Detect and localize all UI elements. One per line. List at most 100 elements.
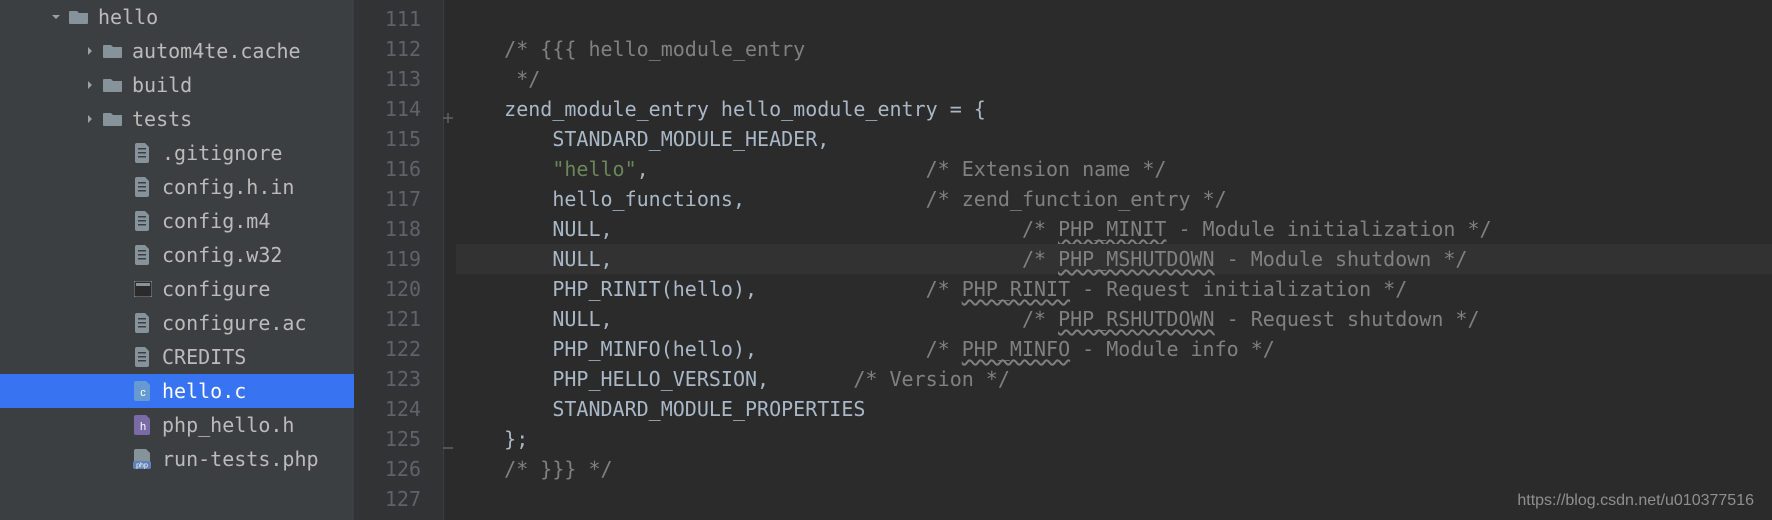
tree-arrow-none (112, 145, 128, 161)
line-number: 123 (354, 364, 421, 394)
tree-item-label: build (132, 73, 192, 97)
tree-item-configure-ac[interactable]: configure.ac (0, 306, 354, 340)
code-token: - Module initialization */ (1166, 217, 1491, 241)
chevron-right-icon[interactable] (82, 77, 98, 93)
line-number: 120 (354, 274, 421, 304)
code-token (456, 307, 552, 331)
code-line-119[interactable]: NULL, /* PHP_MSHUTDOWN - Module shutdown… (456, 244, 1772, 274)
tree-item-autom4te-cache[interactable]: autom4te.cache (0, 34, 354, 68)
svg-text:c: c (140, 387, 146, 399)
code-line-122[interactable]: PHP_MINFO(hello), /* PHP_MINFO - Module … (456, 334, 1772, 364)
tree-item-run-tests-php[interactable]: php run-tests.php (0, 442, 354, 476)
code-token: /* (1022, 217, 1058, 241)
code-token: , (637, 157, 926, 181)
project-tree[interactable]: helloautom4te.cachebuildtests.gitignorec… (0, 0, 354, 520)
code-line-123[interactable]: PHP_HELLO_VERSION, /* Version */ (456, 364, 1772, 394)
ide-root: helloautom4te.cachebuildtests.gitignorec… (0, 0, 1772, 520)
tree-item-label: hello (98, 5, 158, 29)
tree-item-credits[interactable]: CREDITS (0, 340, 354, 374)
code-token: PHP_HELLO_VERSION, (552, 367, 853, 391)
tree-item-label: hello.c (162, 379, 246, 403)
code-line-114[interactable]: zend_module_entry hello_module_entry = { (456, 94, 1772, 124)
chevron-right-icon[interactable] (82, 111, 98, 127)
tree-item-label: CREDITS (162, 345, 246, 369)
tree-item-hello[interactable]: hello (0, 0, 354, 34)
exec-icon (132, 278, 154, 300)
tree-item-label: tests (132, 107, 192, 131)
tree-item-label: php_hello.h (162, 413, 294, 437)
code-line-116[interactable]: "hello", /* Extension name */ (456, 154, 1772, 184)
line-number: 127 (354, 484, 421, 514)
code-token (456, 457, 504, 481)
tree-item-configure[interactable]: configure (0, 272, 354, 306)
code-line-112[interactable]: /* {{{ hello_module_entry (456, 34, 1772, 64)
code-token: STANDARD_MODULE_HEADER, (552, 127, 829, 151)
code-token (456, 217, 552, 241)
code-token: /* (926, 277, 962, 301)
code-token: PHP_MSHUTDOWN (1058, 247, 1215, 271)
code-token: }; (504, 427, 528, 451)
svg-text:h: h (140, 421, 146, 433)
file-icon (132, 142, 154, 164)
tree-arrow-none (112, 451, 128, 467)
tree-arrow-none (112, 349, 128, 365)
code-line-126[interactable]: /* }}} */ (456, 454, 1772, 484)
code-token: PHP_RSHUTDOWN (1058, 307, 1215, 331)
tree-item-config-m4[interactable]: config.m4 (0, 204, 354, 238)
code-line-115[interactable]: STANDARD_MODULE_HEADER, (456, 124, 1772, 154)
tree-item-label: config.w32 (162, 243, 282, 267)
line-number: 116 (354, 154, 421, 184)
file-icon (132, 176, 154, 198)
code-token: - Module shutdown */ (1215, 247, 1468, 271)
code-token (456, 187, 552, 211)
code-token: /* (1022, 307, 1058, 331)
tree-item-label: configure (162, 277, 270, 301)
code-line-120[interactable]: PHP_RINIT(hello), /* PHP_RINIT - Request… (456, 274, 1772, 304)
tree-item-tests[interactable]: tests (0, 102, 354, 136)
code-token: /* Extension name */ (926, 157, 1167, 181)
code-line-121[interactable]: NULL, /* PHP_RSHUTDOWN - Request shutdow… (456, 304, 1772, 334)
code-line-113[interactable]: */ (456, 64, 1772, 94)
code-token: /* (926, 337, 962, 361)
code-token: NULL, (552, 307, 1022, 331)
tree-item-config-h-in[interactable]: config.h.in (0, 170, 354, 204)
watermark-text: https://blog.csdn.net/u010377516 (1517, 492, 1754, 510)
code-line-124[interactable]: STANDARD_MODULE_PROPERTIES (456, 394, 1772, 424)
code-token: */ (516, 67, 540, 91)
code-token: PHP_RINIT(hello), (552, 277, 925, 301)
folder-icon (102, 40, 124, 62)
code-editor[interactable]: 1111121131141151161171181191201211221231… (354, 0, 1772, 520)
code-line-118[interactable]: NULL, /* PHP_MINIT - Module initializati… (456, 214, 1772, 244)
tree-arrow-none (112, 417, 128, 433)
code-token (456, 67, 516, 91)
code-token: /* {{{ hello_module_entry (504, 37, 805, 61)
code-token: STANDARD_MODULE_PROPERTIES (552, 397, 865, 421)
folder-icon (68, 6, 90, 28)
fold-open-icon[interactable] (442, 102, 454, 114)
code-token: PHP_MINFO (962, 337, 1070, 361)
tree-item--gitignore[interactable]: .gitignore (0, 136, 354, 170)
tree-item-config-w32[interactable]: config.w32 (0, 238, 354, 272)
code-line-125[interactable]: }; (456, 424, 1772, 454)
chevron-right-icon[interactable] (82, 43, 98, 59)
line-number: 111 (354, 4, 421, 34)
code-line-111[interactable] (456, 4, 1772, 34)
tree-item-hello-c[interactable]: c hello.c (0, 374, 354, 408)
code-line-117[interactable]: hello_functions, /* zend_function_entry … (456, 184, 1772, 214)
fold-close-icon[interactable] (442, 432, 454, 444)
phpfile-icon: php (132, 448, 154, 470)
code-token: PHP_MINIT (1058, 217, 1166, 241)
code-token: - Request initialization */ (1070, 277, 1407, 301)
svg-text:php: php (136, 463, 148, 470)
line-number: 121 (354, 304, 421, 334)
code-token: - Module info */ (1070, 337, 1275, 361)
line-number: 122 (354, 334, 421, 364)
tree-item-label: run-tests.php (162, 447, 319, 471)
chevron-down-icon[interactable] (48, 9, 64, 25)
file-icon (132, 244, 154, 266)
file-icon (132, 312, 154, 334)
hfile-icon: h (132, 414, 154, 436)
tree-item-php-hello-h[interactable]: h php_hello.h (0, 408, 354, 442)
code-area[interactable]: /* {{{ hello_module_entry */ zend_module… (444, 0, 1772, 520)
tree-item-build[interactable]: build (0, 68, 354, 102)
